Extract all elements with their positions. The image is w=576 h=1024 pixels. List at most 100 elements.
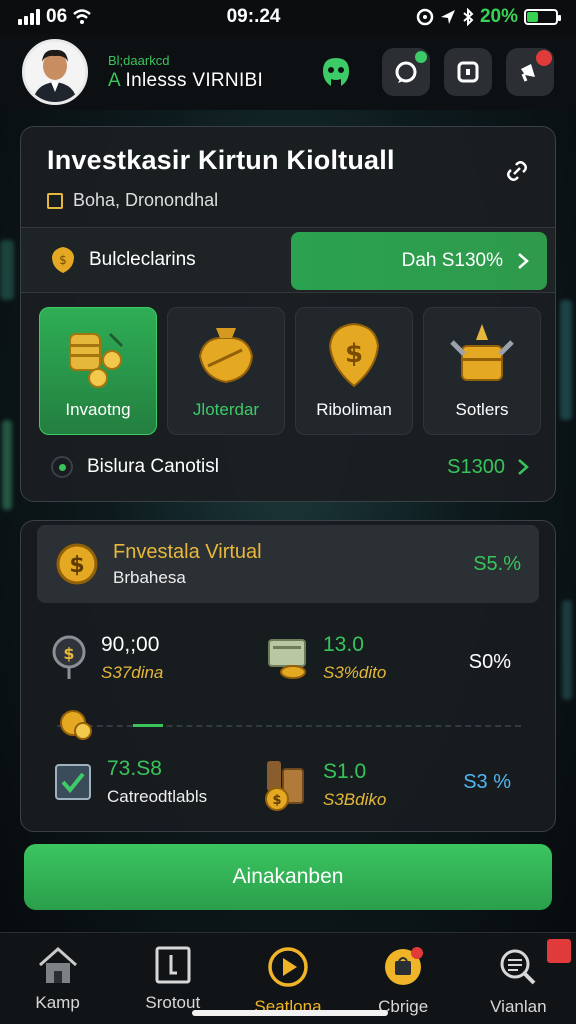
tile-label: Sotlers [455,400,509,419]
chevron-right-icon [518,459,529,475]
tile-calendar[interactable]: Jloterdar [167,307,285,435]
nav-label: Vianlan [490,997,547,1016]
virtual-percent: S5.% [473,552,521,575]
stat-percent: S0% [468,651,511,673]
signal-icon [18,9,40,25]
stat-row: $ 90,;00 S37dina 13.0 S3%dito S0% [21,633,555,713]
card-title: Investkasir Kirtun Kioltuall [47,145,395,175]
avatar[interactable] [22,39,88,105]
stat-row: 73.S8 Catreodtlabls $ S1.0 S3Bdiko S3 % [21,757,555,831]
scan-button[interactable] [444,48,492,96]
dollar-shield-icon: $ [328,322,380,388]
svg-text:$: $ [272,793,281,808]
balance-row: $ Bulcleclarins Dah S130% [21,227,555,293]
nav-label: Kamp [35,993,80,1012]
balance-button-label: Dah S130% [401,250,503,271]
stat-subtitle: Catreodtlabls [107,787,208,806]
coin-shield-icon: $ [52,247,74,273]
checkbox-icon[interactable] [47,192,63,209]
header-name: A Inlesss VIRNIBI [108,70,263,92]
coin-stack-icon [69,332,124,388]
treasure-icon [450,324,514,381]
coins-icon [60,710,92,740]
category-tiles: Invaotng Jloterdar $ Riboliman Sotlers [21,293,555,435]
stat-subtitle: S3Bdiko [323,790,387,809]
play-icon [268,947,308,987]
background-light [2,420,12,510]
battery-percent: 20% [479,6,518,27]
money-jar-icon: $ [265,761,304,811]
check-box-icon [55,764,91,800]
battery-icon [523,9,561,25]
divider [57,725,521,727]
chevron-right-icon [518,253,529,269]
notification-badge [547,939,572,963]
virtual-card: $ Fnvestala Virtual Brbahesa S5.% $ 90,;… [20,520,556,832]
virtual-header[interactable]: $ Fnvestala Virtual Brbahesa S5.% [37,525,539,603]
dollar-coin-icon: $ [56,543,98,585]
divider-accent [133,724,163,727]
notification-badge [536,50,552,66]
link-icon[interactable] [503,157,531,185]
status-dot-icon [51,456,73,478]
background-light [562,600,572,700]
bluetooth-icon [463,8,474,26]
user-portrait-icon [25,42,85,102]
tile-investing[interactable]: Invaotng [39,307,157,435]
virtual-subtitle: Brbahesa [113,567,186,587]
nav-view[interactable]: Vianlan [463,939,573,1017]
svg-text:$: $ [59,253,67,267]
stat-value: 13.0 [323,633,364,656]
clock: 09:.24 [226,6,281,27]
notification-button[interactable] [506,48,554,96]
nav-bridge[interactable]: Cbrige [348,945,458,1017]
primary-action-label: Ainakanben [232,865,344,888]
investment-card: Investkasir Kirtun Kioltuall Boha, Drono… [20,126,556,502]
background-light [0,240,14,300]
virtual-title: Fnvestala Virtual [113,540,262,563]
chat-button[interactable] [382,48,430,96]
app-logo-icon [316,52,356,92]
capital-value: S1300 [447,455,505,478]
chat-icon [395,61,417,83]
svg-text:$: $ [69,553,84,578]
carrier-label: 06 [46,6,68,27]
capital-row[interactable]: Bislura Canotisl S1300 [21,435,555,499]
stat-value: 73.S8 [107,757,162,780]
balance-button[interactable]: Dah S130% [291,232,547,290]
tile-label: Jloterdar [192,400,260,419]
money-bag-icon [198,328,254,384]
svg-text:$: $ [63,644,74,663]
nav-home[interactable]: Kamp [3,945,113,1013]
header-subtitle: Bl;daarkcd [108,52,170,68]
stat-percent: S3 % [463,771,511,793]
card-subtitle: Boha, Dronondhal [73,190,219,210]
stat-value: S1.0 [323,760,367,783]
pin-coin-icon: $ [52,635,86,679]
tile-settlers[interactable]: Sotlers [423,307,541,435]
nav-shortcut[interactable]: Srotout [118,945,228,1013]
svg-text:$: $ [345,339,363,369]
wifi-icon [73,9,91,24]
header-name-prefix: A [108,69,120,91]
app-header: Bl;daarkcd A Inlesss VIRNIBI [0,34,576,110]
nav-stations[interactable]: Seatlona [233,945,343,1017]
location-icon [440,10,455,24]
status-bar: 06 09:.24 20% [0,0,576,34]
tile-label: Riboliman [316,400,392,419]
background-light [560,300,572,420]
square-icon [457,61,479,83]
home-icon [38,946,77,983]
flag-icon [155,946,191,984]
search-icon [500,949,536,985]
bag-icon [385,947,424,985]
header-name-text: Inlesss VIRNIBI [125,69,264,91]
cash-stack-icon [268,639,306,679]
balance-label: Bulcleclarins [89,249,196,270]
online-badge [415,51,427,63]
capital-label: Bislura Canotisl [87,456,219,477]
primary-action-button[interactable]: Ainakanben [24,844,552,910]
stat-subtitle: S37dina [101,663,164,682]
tile-portfolio[interactable]: $ Riboliman [295,307,413,435]
tile-label: Invaotng [65,400,131,419]
